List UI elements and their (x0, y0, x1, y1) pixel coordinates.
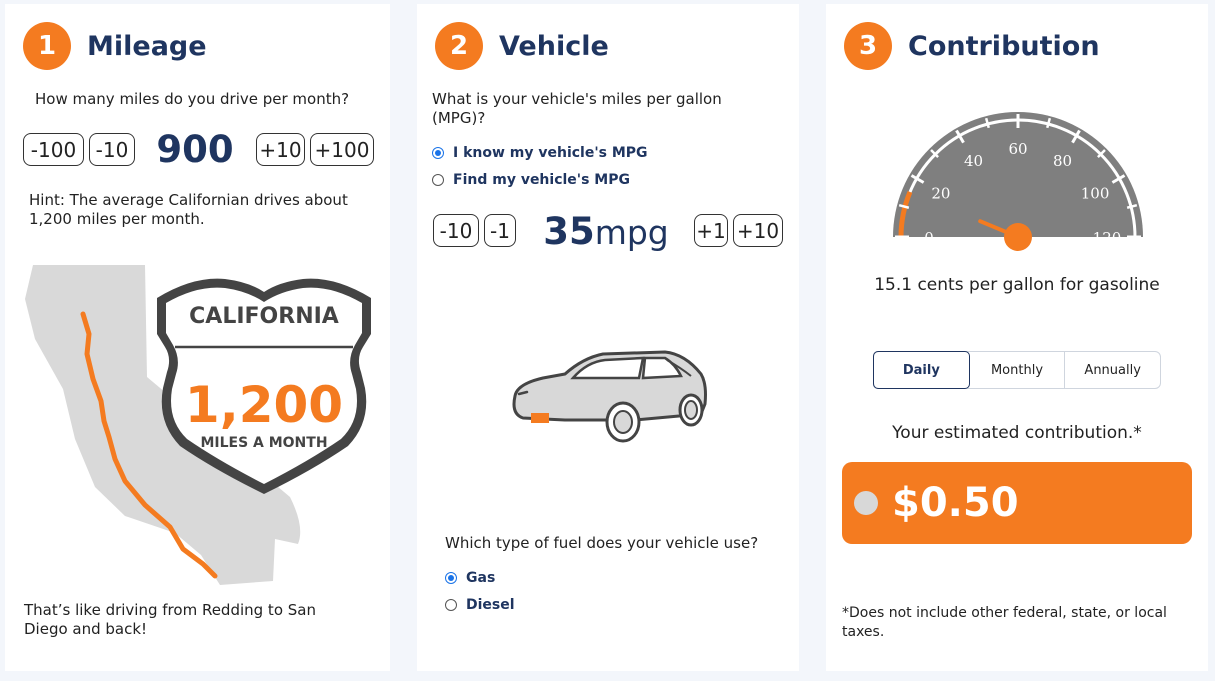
gauge-hub (1004, 223, 1032, 251)
period-annually[interactable]: Annually (1065, 352, 1160, 388)
vehicle-panel: 2 Vehicle What is your vehicle's miles p… (417, 4, 799, 671)
radio-selected-icon[interactable] (445, 572, 457, 584)
estimate-label: Your estimated contribution.* (892, 423, 1142, 443)
minus-10-mpg-button[interactable]: -10 (433, 214, 479, 247)
gauge-tick-label: 60 (1008, 140, 1027, 158)
minus-10-button[interactable]: -10 (89, 133, 135, 166)
minus-1-mpg-button[interactable]: -1 (484, 214, 516, 247)
rate-text: 15.1 cents per gallon for gasoline (874, 275, 1160, 295)
plus-100-button[interactable]: +100 (310, 133, 374, 166)
radio-gas[interactable]: Gas (445, 570, 495, 586)
contribution-amount: $0.50 (892, 480, 1019, 526)
step-number: 2 (435, 22, 483, 70)
gauge-body (893, 112, 1143, 237)
miles-value: 900 (156, 128, 234, 171)
mileage-footer: That’s like driving from Redding to San … (24, 601, 316, 638)
mpg-unit: mpg (594, 213, 669, 252)
period-toggle: Daily Monthly Annually (873, 351, 1161, 389)
radio-label: Find my vehicle's MPG (453, 172, 630, 188)
mileage-panel: 1 Mileage How many miles do you drive pe… (5, 4, 390, 671)
radio-label: Gas (466, 570, 496, 586)
mileage-header: 1 Mileage (23, 22, 207, 70)
contribution-panel: 3 Contribution 0 20 40 60 80 100 120 15.1 cent… (826, 4, 1208, 671)
radio-label: I know my vehicle's MPG (453, 145, 648, 161)
plus-1-mpg-button[interactable]: +1 (694, 214, 728, 247)
mpg-question: What is your vehicle's miles per gallon … (432, 90, 722, 127)
mpg-value: 35 (543, 210, 595, 253)
sign-caption: MILES A MONTH (200, 435, 328, 451)
step-number: 3 (844, 22, 892, 70)
sign-number: 1,200 (184, 376, 344, 434)
gauge-tick-label: 20 (931, 185, 950, 203)
mpg-display: 35mpg (521, 210, 691, 253)
gauge-tick-label: 120 (1093, 229, 1122, 247)
radio-unselected-icon[interactable] (432, 174, 444, 186)
sign-state-label: CALIFORNIA (189, 304, 339, 329)
mileage-hint: Hint: The average Californian drives abo… (29, 191, 348, 228)
disclaimer: *Does not include other federal, state, … (842, 605, 1167, 640)
gauge-tick-label: 80 (1053, 152, 1072, 170)
period-daily[interactable]: Daily (873, 351, 970, 389)
radio-find-mpg[interactable]: Find my vehicle's MPG (432, 172, 630, 188)
radio-unselected-icon[interactable] (445, 599, 457, 611)
contribution-header: 3 Contribution (844, 22, 1100, 70)
period-monthly[interactable]: Monthly (970, 352, 1066, 388)
gauge-dial: 0 20 40 60 80 100 120 (893, 112, 1143, 251)
step-title: Vehicle (499, 30, 609, 62)
step-number: 1 (23, 22, 71, 70)
vehicle-header: 2 Vehicle (435, 22, 609, 70)
radio-diesel[interactable]: Diesel (445, 597, 515, 613)
gauge-tick-label: 100 (1081, 185, 1110, 203)
step-title: Mileage (87, 30, 207, 62)
radio-label: Diesel (466, 597, 515, 613)
fuel-question: Which type of fuel does your vehicle use… (445, 534, 759, 552)
car-icon (512, 350, 707, 443)
plus-10-mpg-button[interactable]: +10 (733, 214, 783, 247)
radio-selected-icon[interactable] (432, 147, 444, 159)
minus-100-button[interactable]: -100 (23, 133, 84, 166)
result-dot-icon (854, 491, 878, 515)
plus-10-button[interactable]: +10 (256, 133, 305, 166)
contribution-result: $0.50 (842, 462, 1192, 544)
radio-know-mpg[interactable]: I know my vehicle's MPG (432, 145, 648, 161)
gauge-tick-label: 0 (924, 229, 934, 247)
mileage-question: How many miles do you drive per month? (35, 90, 350, 108)
gauge-tick-label: 40 (964, 152, 983, 170)
step-title: Contribution (908, 30, 1100, 62)
